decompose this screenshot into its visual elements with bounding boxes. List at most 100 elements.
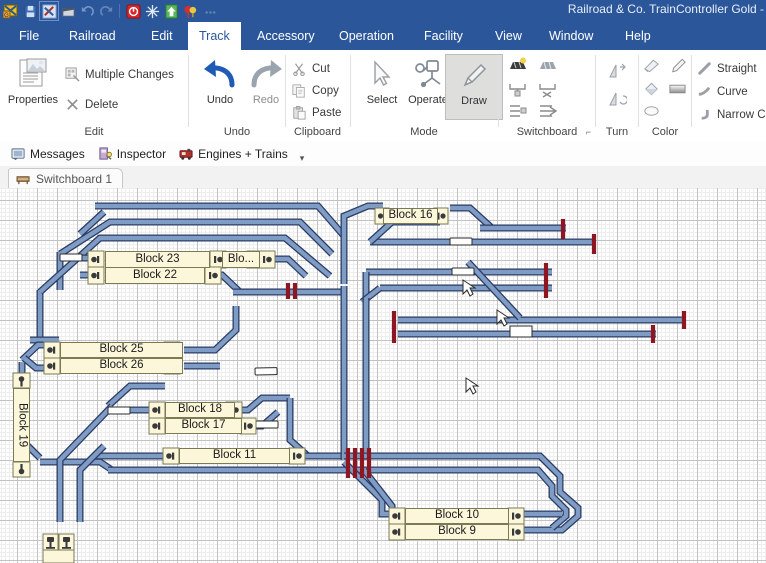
straight-track-label: Straight [717, 63, 757, 75]
clapper-icon[interactable] [59, 2, 77, 20]
straight-track-icon [696, 61, 712, 77]
delete-button[interactable]: Delete [64, 94, 118, 115]
multiple-changes-button[interactable]: Multiple Changes [64, 64, 174, 85]
menu-item-facility[interactable]: Facility [413, 22, 474, 50]
track-layout: .trk{fill:none;stroke:#2c3c66;stroke-wid… [0, 188, 766, 563]
snowflake-icon[interactable] [143, 2, 161, 20]
menu-item-accessory[interactable]: Accessory [246, 22, 326, 50]
curve-track-label: Curve [717, 86, 748, 98]
straight-track-button[interactable]: Straight [696, 58, 757, 79]
menu-item-track[interactable]: Track [188, 22, 241, 50]
tab-switchboard-1-label: Switchboard 1 [36, 172, 112, 186]
copy-icon [291, 83, 307, 99]
multiple-changes-icon [64, 67, 80, 83]
toolbar-overflow-button[interactable]: ▾ [300, 153, 305, 166]
inspector-button[interactable]: Inspector [93, 144, 171, 163]
block-label-block-16[interactable]: Block 16 [383, 208, 438, 224]
undo-icon [78, 2, 96, 20]
buffer-stops [394, 219, 684, 343]
block-label-block-truncated[interactable]: Blo... [222, 251, 260, 268]
ribbon: Properties Multiple Changes [0, 50, 766, 142]
ribbon-group-switchboard: Switchboard ⌐ [499, 50, 595, 141]
ribbon-group-clipboard: Cut Copy [286, 50, 349, 141]
remove-row-icon[interactable] [537, 100, 559, 122]
rotate-icon[interactable] [606, 88, 628, 110]
ribbon-group-turn-label: Turn [596, 126, 638, 138]
eyedropper-icon[interactable] [666, 55, 688, 77]
ribbon-group-undo-label: Undo [189, 126, 285, 138]
toolbar-separator [119, 4, 120, 18]
stop-icon[interactable] [124, 2, 142, 20]
save-icon[interactable] [21, 2, 39, 20]
paste-button[interactable]: Paste [291, 102, 341, 123]
ribbon-group-edit: Properties Multiple Changes [0, 50, 188, 141]
switchboard-canvas[interactable]: .trk{fill:none;stroke:#2c3c66;stroke-wid… [0, 188, 766, 563]
menu-item-file[interactable]: File [8, 22, 50, 50]
messages-icon [11, 146, 26, 161]
panels-toolbar: Messages Inspector [0, 141, 766, 167]
ribbon-group-edit-label: Edit [0, 126, 188, 138]
flip-horizontal-icon[interactable] [606, 60, 628, 82]
engines-trains-button[interactable]: Engines + Trains [174, 144, 293, 163]
delete-icon [64, 97, 80, 113]
insert-element-icon[interactable] [507, 78, 529, 100]
narrow-curve-track-label: Narrow C [717, 109, 766, 121]
ribbon-group-undo: Undo Redo Undo [189, 50, 285, 141]
brush-icon[interactable] [640, 55, 662, 77]
title-bar: G [0, 0, 766, 22]
narrow-curve-track-icon [696, 107, 712, 123]
inspector-label: Inspector [117, 147, 166, 161]
svg-text:G: G [4, 13, 9, 19]
multiple-changes-label: Multiple Changes [85, 69, 174, 81]
pin-icon[interactable] [181, 2, 199, 20]
eraser-icon[interactable] [640, 100, 662, 122]
block-label-block-17[interactable]: Block 17 [165, 418, 242, 434]
block-label-block-9[interactable]: Block 9 [405, 524, 509, 540]
overflow-icon[interactable] [200, 2, 218, 20]
menu-item-edit[interactable]: Edit [140, 22, 184, 50]
fill-icon[interactable] [640, 78, 662, 100]
block-label-block-18[interactable]: Block 18 [165, 402, 235, 418]
block-label-block-11[interactable]: Block 11 [179, 448, 290, 464]
menu-item-view[interactable]: View [484, 22, 533, 50]
copy-button[interactable]: Copy [291, 80, 339, 101]
block-label-block-23[interactable]: Block 23 [105, 251, 210, 268]
tab-switchboard-1[interactable]: Switchboard 1 [8, 168, 123, 189]
delete-label: Delete [85, 99, 118, 111]
inspector-icon [98, 146, 113, 161]
properties-icon [4, 54, 62, 94]
arrow-up-icon[interactable] [162, 2, 180, 20]
ribbon-group-color: Color [639, 50, 691, 141]
remove-element-icon[interactable] [537, 78, 559, 100]
new-switchboard-icon[interactable] [507, 55, 529, 77]
app-icon[interactable]: G [2, 2, 20, 20]
block-label-block-22[interactable]: Block 22 [105, 267, 205, 284]
ribbon-group-turn: Turn [596, 50, 638, 141]
block-label-block-19[interactable]: Block 19 [13, 388, 30, 462]
menu-item-operation[interactable]: Operation [328, 22, 405, 50]
ribbon-group-mode: Select Operate [351, 50, 497, 141]
menu-item-window[interactable]: Window [538, 22, 604, 50]
block-label-block-10[interactable]: Block 10 [405, 508, 509, 524]
cut-label: Cut [312, 63, 330, 75]
menu-item-railroad[interactable]: Railroad [58, 22, 127, 50]
tools-icon[interactable] [40, 2, 58, 20]
menu-item-help[interactable]: Help [614, 22, 662, 50]
menu-bar: File Railroad Edit Track Accessory Opera… [0, 22, 766, 50]
curve-track-button[interactable]: Curve [696, 81, 748, 102]
insert-row-icon[interactable] [507, 100, 529, 122]
block-label-block-26[interactable]: Block 26 [60, 358, 183, 374]
scissors-icon [291, 61, 307, 77]
gradient-icon[interactable] [666, 78, 688, 100]
switchboard-dialog-launcher[interactable]: ⌐ [586, 127, 591, 137]
cut-button[interactable]: Cut [291, 58, 330, 79]
block-label-block-25[interactable]: Block 25 [60, 342, 183, 358]
switchboard-grid-icon[interactable] [537, 55, 559, 77]
engines-trains-label: Engines + Trains [198, 147, 288, 161]
messages-button[interactable]: Messages [6, 144, 90, 163]
draw-mode-button[interactable]: Draw [445, 54, 503, 120]
copy-label: Copy [312, 85, 339, 97]
properties-button[interactable]: Properties [4, 54, 62, 120]
narrow-curve-track-button[interactable]: Narrow C [696, 104, 766, 125]
ribbon-group-mode-label: Mode [351, 126, 497, 138]
